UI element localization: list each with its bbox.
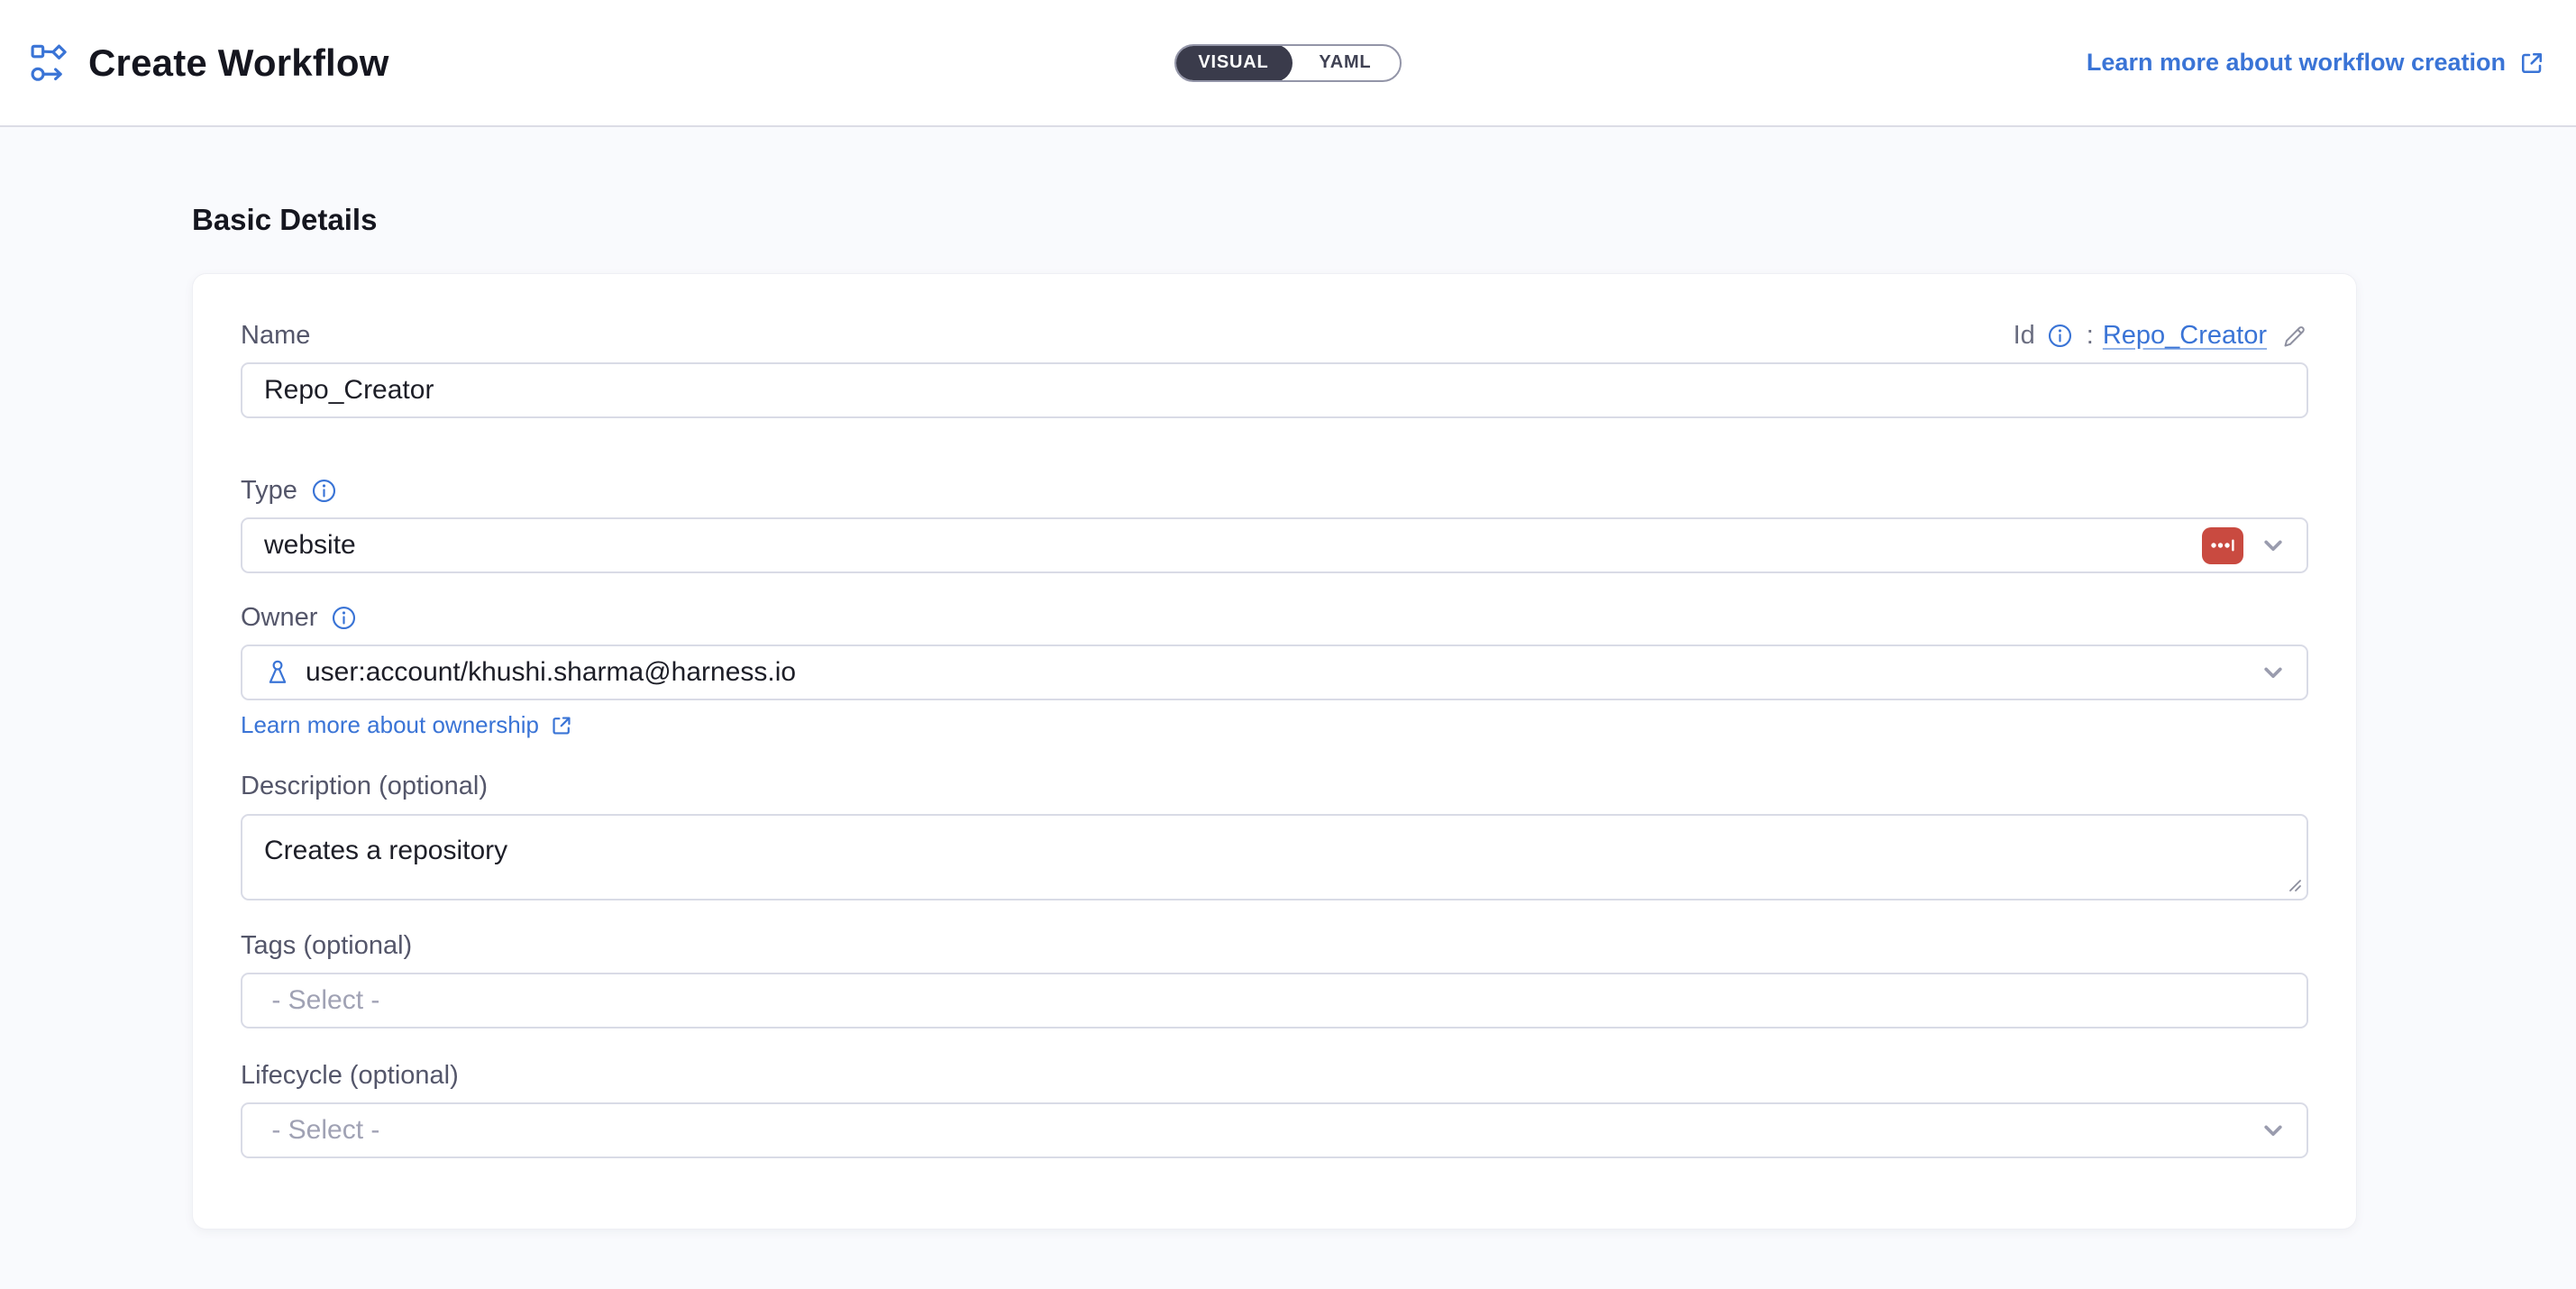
- section-title: Basic Details: [192, 203, 2384, 237]
- type-label-row: Type: [241, 476, 2308, 506]
- lifecycle-input[interactable]: [264, 1115, 2243, 1146]
- edit-id-pencil-icon[interactable]: [2281, 323, 2308, 350]
- external-link-icon: [550, 714, 573, 737]
- id-value-link[interactable]: Repo_Creator: [2103, 321, 2267, 351]
- learn-ownership-label: Learn more about ownership: [241, 711, 539, 739]
- create-workflow-page: Create Workflow VISUAL YAML Learn more a…: [0, 0, 2576, 1289]
- lastpass-autofill-icon[interactable]: [2202, 527, 2243, 564]
- description-label: Description (optional): [241, 772, 488, 801]
- type-input[interactable]: [264, 530, 2188, 561]
- owner-label-row: Owner: [241, 603, 2308, 633]
- lifecycle-field-group: Lifecycle (optional): [241, 1061, 2308, 1158]
- chevron-down-icon[interactable]: [2258, 530, 2288, 561]
- lifecycle-label-row: Lifecycle (optional): [241, 1061, 2308, 1091]
- description-textarea[interactable]: Creates a repository: [241, 814, 2308, 900]
- owner-label: Owner: [241, 603, 317, 633]
- name-label: Name: [241, 321, 310, 351]
- description-field-group: Description (optional) Creates a reposit…: [241, 772, 2308, 900]
- type-select[interactable]: [241, 517, 2308, 573]
- learn-workflow-creation-link[interactable]: Learn more about workflow creation: [2087, 49, 2545, 77]
- resize-handle[interactable]: [2285, 875, 2303, 893]
- name-field-group: Name Id : Repo_Creator: [241, 321, 2308, 418]
- owner-select[interactable]: [241, 644, 2308, 700]
- chevron-down-icon[interactable]: [2258, 1115, 2288, 1146]
- id-label: Id: [2014, 321, 2035, 351]
- description-textarea-wrap: Creates a repository: [241, 814, 2308, 900]
- main-content: Basic Details Name Id : Repo_Creator: [0, 203, 2576, 1230]
- type-field-group: Type: [241, 476, 2308, 573]
- info-icon[interactable]: [312, 479, 336, 503]
- tags-label: Tags (optional): [241, 931, 412, 961]
- entity-id-row: Id : Repo_Creator: [2014, 321, 2308, 351]
- visual-yaml-toggle[interactable]: VISUAL YAML: [1174, 44, 1402, 82]
- tags-field-group: Tags (optional): [241, 931, 2308, 1028]
- page-header: Create Workflow VISUAL YAML Learn more a…: [0, 0, 2576, 127]
- chevron-down-icon[interactable]: [2258, 657, 2288, 688]
- learn-workflow-creation-label: Learn more about workflow creation: [2087, 49, 2506, 77]
- name-label-row: Name Id : Repo_Creator: [241, 321, 2308, 351]
- toggle-yaml-button[interactable]: YAML: [1291, 46, 1400, 80]
- info-icon[interactable]: [332, 606, 356, 630]
- tags-select[interactable]: [241, 973, 2308, 1028]
- owner-input[interactable]: [306, 657, 2243, 688]
- type-label: Type: [241, 476, 297, 506]
- info-icon[interactable]: [2048, 324, 2072, 348]
- person-icon: [264, 658, 291, 687]
- workflow-icon: [31, 44, 69, 82]
- id-separator: :: [2087, 321, 2094, 351]
- external-link-icon: [2518, 50, 2545, 77]
- header-title-group: Create Workflow: [31, 41, 389, 85]
- tags-label-row: Tags (optional): [241, 931, 2308, 961]
- basic-details-card: Name Id : Repo_Creator: [192, 273, 2357, 1230]
- description-label-row: Description (optional): [241, 772, 2308, 801]
- toggle-visual-button[interactable]: VISUAL: [1174, 44, 1293, 82]
- tags-input[interactable]: [264, 985, 2288, 1016]
- lifecycle-select[interactable]: [241, 1102, 2308, 1158]
- page-title: Create Workflow: [88, 41, 389, 85]
- lifecycle-label: Lifecycle (optional): [241, 1061, 459, 1091]
- learn-ownership-link[interactable]: Learn more about ownership: [241, 711, 573, 739]
- name-input[interactable]: [241, 362, 2308, 418]
- owner-field-group: Owner: [241, 603, 2308, 739]
